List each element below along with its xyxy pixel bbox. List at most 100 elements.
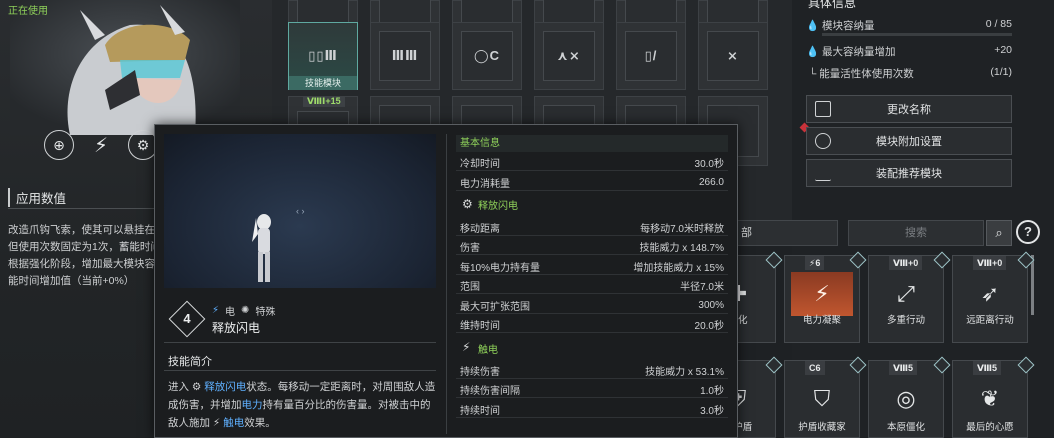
card-badge: Ⅷ+0 [973, 256, 1007, 270]
energy-label: 能量活性体使用次数 [819, 68, 914, 80]
module-glyph: ▯▯Ⅲ [308, 48, 338, 63]
module-glyph: ◯C [461, 31, 513, 81]
module-glyph: ▯/ [625, 31, 677, 81]
drag-arrows-icon: ‹ › [296, 206, 305, 216]
module-glyph: ⋏⨯ [543, 31, 595, 81]
scrollbar[interactable] [1031, 255, 1034, 315]
card-name: 护盾收藏家 [798, 422, 846, 433]
type-diamond-icon [765, 356, 783, 374]
stat-row: 电力消耗量 266.0 [456, 174, 728, 191]
stat-row: 冷却时间 30.0秒 [456, 154, 728, 171]
recommend-modules-button[interactable]: 装配推荐模块 [806, 159, 1012, 187]
tooltip-column-divider [446, 134, 447, 434]
stat-row: 每10%电力持有量 增加技能威力 x 15% [456, 258, 728, 275]
energy-value: (1/1) [990, 66, 1012, 78]
module-slot[interactable]: ▯/ [616, 22, 686, 90]
module-slot[interactable]: ⋏⨯ [534, 22, 604, 90]
card-badge: Ⅷ+0 [889, 256, 923, 270]
shock-header: 触电 [478, 345, 498, 356]
keyword-shock[interactable]: 触电 [223, 417, 244, 429]
tag-special: 特殊 [255, 307, 276, 318]
search-input[interactable]: 搜索 [848, 220, 984, 246]
character-figure [252, 214, 271, 282]
divider [164, 342, 436, 343]
character-portrait [10, 0, 240, 135]
bar-chart-icon [815, 165, 831, 181]
card-name: 远距离行动 [966, 315, 1014, 326]
module-slot[interactable]: ⅢⅢ [370, 22, 440, 90]
skill-module-slot[interactable]: ▯▯Ⅲ 技能模块 [288, 22, 358, 90]
card-name: 电力凝聚 [802, 315, 841, 326]
max-capacity-label: 最大容纳量增加 [822, 46, 896, 58]
divider [164, 370, 436, 371]
rename-button[interactable]: 更改名称 [806, 95, 1012, 123]
card-name: 多重行动 [886, 315, 925, 326]
module-card[interactable]: Ⅷ+0 ⤢ 多重行动 [868, 251, 951, 343]
capacity-bar [822, 33, 1012, 36]
stat-row: 范围 半径7.0米 [456, 277, 728, 294]
energy-row: └ 能量活性体使用次数 (1/1) [806, 66, 1012, 80]
module-level-badge: ⅧⅠ+15 [303, 96, 345, 107]
description-line: 能时间增加值（当前+0%） [8, 275, 135, 287]
applied-values-title: 应用数值 [8, 188, 66, 207]
module-capacity-row: 💧 模块容纳量 0 / 85 [806, 18, 1012, 33]
search-icon[interactable]: ⌕ [986, 220, 1012, 246]
info-title: 具体信息 [808, 0, 857, 10]
skill-icon-row: ⊕ ⚡ ⚙ [44, 130, 158, 160]
description-line: 根据强化阶段，增加最大模块容 [8, 258, 155, 270]
module-card[interactable]: Ⅷ5 ◎ 本原僵化 [868, 356, 951, 438]
module-slot[interactable]: ◯C [452, 22, 522, 90]
filter-dropdown[interactable]: 部 [736, 220, 838, 246]
shield-art-icon: ⛉ [813, 386, 831, 411]
keyword-release-lightning[interactable]: 释放闪电 [204, 381, 246, 393]
target-art-icon: ◎ [896, 386, 916, 411]
stat-row: 伤害 技能威力 x 148.7% [456, 238, 728, 255]
tag-electric: 电 [225, 307, 236, 318]
arrow-art-icon: ➶ [980, 281, 1000, 306]
module-card[interactable]: Ⅷ5 ❦ 最后的心愿 [952, 356, 1035, 438]
max-capacity-row: 💧 最大容纳量增加 +20 [806, 44, 1012, 59]
max-capacity-value: +20 [994, 44, 1012, 56]
lightning-icon[interactable]: ⚡ [86, 130, 116, 160]
card-name: 本原僵化 [886, 422, 925, 433]
special-tag-icon: ✺ [241, 305, 250, 316]
skill-level: 4 [183, 311, 191, 326]
skill-description: 进入 ⚙ 释放闪电状态。每移动一定距离时，对周围敌人造成伤害，并增加电力持有量百… [168, 381, 436, 429]
skill-preview-video: ‹ › [164, 134, 436, 288]
help-icon[interactable]: ? [1016, 220, 1040, 244]
basic-info-header: 基本信息 [456, 135, 728, 152]
droplet-icon: 💧 [806, 20, 820, 32]
lightning-art-icon: ⚡ [791, 272, 853, 316]
type-diamond-icon [765, 251, 783, 269]
module-slot[interactable]: ⨯ [698, 22, 768, 90]
module-capacity-label: 模块容纳量 [822, 20, 875, 32]
release-lightning-header: 释放闪电 [478, 201, 518, 212]
stat-row: 维持时间 20.0秒 [456, 316, 728, 333]
stat-row: 移动距离 每移动7.0米时释放 [456, 219, 728, 236]
settings-icon [815, 133, 831, 149]
module-glyph: ⅢⅢ [379, 31, 431, 81]
stat-row: 持续伤害 技能威力 x 53.1% [456, 362, 728, 379]
heart-art-icon: ❦ [980, 386, 1000, 411]
electric-icon: ⚡ [212, 305, 220, 316]
stat-row: 持续时间 3.0秒 [456, 401, 728, 418]
module-card[interactable]: Ⅷ+0 ➶ 远距离行动 [952, 251, 1035, 343]
skill-module-label: 技能模块 [289, 76, 357, 90]
gear-icon: ⚙ [191, 381, 205, 393]
module-card[interactable]: C6 ⛉ 护盾收藏家 [784, 356, 867, 438]
description-line: 但使用次数固定为1次，蓄能时间 [8, 241, 158, 253]
lightning-icon: ⚡ [212, 417, 224, 429]
crosshair-icon[interactable]: ⊕ [44, 130, 74, 160]
module-card[interactable]: ⚡6 ⚡ 电力凝聚 [784, 251, 867, 343]
module-description: 改造爪钩飞索，使其可以悬挂在 但使用次数固定为1次，蓄能时间 根据强化阶段，增加… [8, 222, 158, 290]
module-settings-button[interactable]: 模块附加设置 [806, 127, 1012, 155]
module-glyph: ⨯ [707, 31, 759, 81]
edit-icon [815, 101, 831, 117]
module-capacity-value: 0 / 85 [985, 18, 1012, 30]
keyword-power[interactable]: 电力 [242, 399, 263, 411]
card-badge: C6 [805, 361, 825, 375]
hook-art-icon: ⤢ [897, 281, 915, 306]
skill-name: 释放闪电 [212, 321, 261, 335]
card-badge: Ⅷ5 [973, 361, 1002, 375]
stat-row: 持续伤害间隔 1.0秒 [456, 381, 728, 398]
